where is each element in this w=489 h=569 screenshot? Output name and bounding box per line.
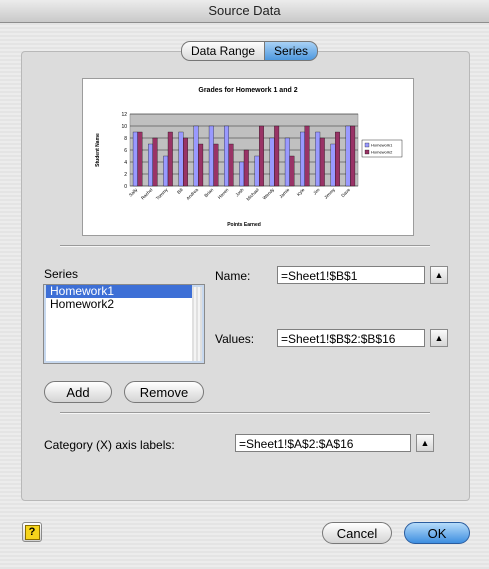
tab-series[interactable]: Series — [264, 41, 319, 61]
bar — [167, 131, 173, 187]
y-tick-label: 0 — [124, 184, 127, 190]
legend-label: Homework1 — [371, 143, 393, 148]
bar — [259, 125, 264, 187]
legend-swatch — [364, 142, 370, 148]
bar — [304, 125, 310, 187]
bar — [132, 131, 138, 187]
bar — [289, 155, 295, 187]
bar — [137, 131, 143, 187]
series-label: Series — [44, 267, 79, 281]
series-items: Homework1 Homework2 — [44, 285, 204, 311]
y-tick-label: 6 — [124, 148, 127, 154]
bar — [183, 137, 188, 187]
bar — [243, 149, 249, 187]
x-tick-label: Bill — [176, 187, 184, 195]
bar — [193, 125, 199, 187]
bar — [345, 125, 351, 187]
y-tick-label: 8 — [124, 136, 127, 142]
name-label: Name: — [215, 269, 251, 283]
y-tick-label: 12 — [121, 112, 127, 118]
series-list-scrollbar[interactable] — [192, 287, 202, 361]
bar — [254, 155, 260, 187]
x-tick-label: Sally — [128, 187, 139, 198]
source-data-dialog: Source Data Data Range Series Grades for… — [0, 0, 489, 569]
values-field[interactable]: =Sheet1!$B$2:$B$16 — [277, 329, 425, 347]
x-axis-label: Points Earned — [227, 222, 261, 228]
separator-top — [60, 245, 430, 247]
bar — [152, 137, 158, 187]
bar — [269, 137, 275, 187]
remove-button[interactable]: Remove — [124, 381, 204, 403]
x-tick-label: Jamie — [278, 187, 290, 199]
x-tick-label: Jimmy — [323, 187, 336, 200]
name-field[interactable]: =Sheet1!$B$1 — [277, 266, 425, 284]
bar — [163, 155, 169, 187]
bar — [315, 131, 321, 187]
x-tick-label: Rachel — [140, 187, 153, 200]
add-button[interactable]: Add — [44, 381, 112, 403]
series-list-item[interactable]: Homework2 — [46, 298, 192, 311]
x-tick-label: Brian — [203, 187, 214, 198]
tab-data-range[interactable]: Data Range — [181, 41, 265, 61]
x-tick-label: Wendy — [262, 187, 276, 201]
bar — [213, 143, 219, 187]
y-tick-label: 4 — [124, 160, 127, 166]
dialog-title: Source Data — [0, 0, 489, 23]
bar — [198, 143, 204, 187]
chart-title: Grades for Homework 1 and 2 — [198, 87, 297, 94]
category-collapse-icon[interactable]: ▲ — [416, 434, 434, 452]
bar — [350, 125, 356, 187]
y-tick-label: 2 — [124, 172, 127, 178]
x-tick-label: Kyle — [296, 187, 306, 197]
separator-bottom — [60, 412, 430, 414]
bar — [300, 131, 305, 187]
chart-svg: Grades for Homework 1 and 2 0 2 4 6 8 10 12 Sall… — [95, 87, 403, 228]
x-tick-label: Michael — [245, 187, 260, 202]
category-field[interactable]: =Sheet1!$A$2:$A$16 — [235, 434, 411, 452]
bar — [239, 161, 245, 187]
bar — [208, 125, 214, 187]
legend-swatch — [364, 149, 370, 155]
x-tick-label: Haven — [217, 187, 230, 200]
tab-bar: Data Range Series — [181, 41, 319, 61]
bar — [274, 125, 280, 187]
values-collapse-icon[interactable]: ▲ — [430, 329, 448, 347]
legend-label: Homework2 — [371, 150, 393, 155]
x-tick-label: Tommy — [155, 187, 169, 201]
series-list[interactable]: Homework1 Homework2 — [43, 284, 205, 364]
bar — [319, 137, 325, 187]
bar — [284, 137, 290, 187]
help-icon: ? — [24, 525, 40, 540]
cancel-button[interactable]: Cancel — [322, 522, 392, 544]
name-collapse-icon[interactable]: ▲ — [430, 266, 448, 284]
category-label: Category (X) axis labels: — [44, 438, 175, 452]
x-tick-label: Andrea — [185, 187, 199, 201]
help-button[interactable]: ? — [22, 522, 42, 542]
values-label: Values: — [215, 332, 255, 346]
bar — [224, 125, 229, 187]
bar — [330, 143, 336, 187]
ok-button[interactable]: OK — [404, 522, 470, 544]
bar — [228, 143, 234, 187]
x-tick-label: Jim — [312, 187, 321, 196]
y-tick-label: 10 — [121, 124, 127, 130]
bar — [178, 131, 184, 187]
bar — [148, 143, 153, 187]
chart-preview: Grades for Homework 1 and 2 0 2 4 6 8 10 12 Sall… — [82, 78, 414, 236]
y-axis-label: Student Name — [95, 133, 101, 167]
bar — [335, 131, 340, 187]
x-tick-label: Dave — [340, 187, 351, 198]
x-tick-label: Josh — [234, 187, 245, 198]
